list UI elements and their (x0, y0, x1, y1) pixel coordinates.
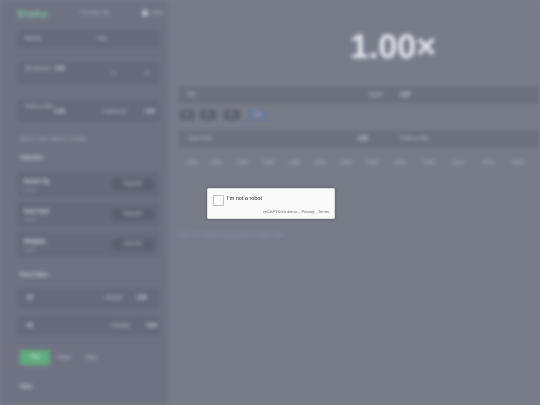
multiplier-tick: 2.50x (340, 160, 353, 166)
upgrade-level: Level 1 (24, 247, 37, 252)
multiplier-tick: 50.0x (512, 160, 525, 166)
double-bet-button[interactable]: 2× (145, 71, 151, 77)
upgrade-card: Multiplier Level 1 Upgrade (17, 232, 160, 257)
boost-activate-button[interactable]: Activate (105, 295, 123, 301)
upgrade-level: Level 1 (24, 217, 37, 222)
bet-row-right[interactable]: 2.00 (400, 92, 410, 98)
reset-button[interactable]: Reset (58, 355, 71, 361)
multiplier-tick: 4.00x (394, 160, 407, 166)
multiplier-tick: 1.40x (236, 160, 249, 166)
multiplier-tick: 5.00x (423, 160, 436, 166)
upgrade-name: Rocket Tip (24, 179, 50, 185)
bet-row: Bet Target 2.00 (178, 86, 540, 104)
captcha-terms-link[interactable]: Terms (318, 209, 329, 214)
cashout-value: 2.00 (145, 109, 155, 115)
boost-name: 3X (27, 323, 34, 329)
profit-row-left: Total Profit (188, 136, 212, 142)
upgrade-level: Level 1 (24, 187, 37, 192)
upgrade-name: Multiplier (24, 239, 47, 245)
help-button[interactable]: Help (86, 355, 96, 361)
captcha-footer: reCAPTCHA demo – Privacy - Terms (263, 209, 329, 214)
boost-name: 2X (27, 295, 34, 301)
captcha-separator: – (298, 209, 301, 214)
bet-row-left: Bet (188, 92, 196, 98)
boost-value: 2.00 (137, 295, 147, 301)
upgrade-button[interactable]: Upgrade (112, 239, 154, 250)
boost-value: 3.00 (147, 323, 157, 329)
multiplier-tick: 1.60x (262, 160, 275, 166)
captcha-brand: reCAPTCHA demo (263, 209, 297, 214)
chip-2x[interactable]: 2× (200, 110, 216, 120)
profit-row: Total Profit 0.00 Profit on Win (178, 130, 540, 148)
bet-amount-field[interactable]: Bet Amount 0.00 ½ 2× (17, 62, 160, 84)
stats-link[interactable]: Stats (151, 10, 162, 16)
sidebar: Stake Provably Fair Stats Manual Auto Be… (0, 0, 169, 405)
bet-amount-value: 0.00 (55, 66, 65, 72)
captcha-dash: - (315, 209, 318, 214)
multiplier-tick: 1.20x (210, 160, 223, 166)
half-bet-button[interactable]: ½ (112, 71, 116, 77)
upgrade-card: Auto Cash Level 1 Upgrade (17, 202, 160, 227)
chip-5x[interactable]: 5× (224, 110, 240, 120)
multiplier-display: 1.00× (350, 28, 437, 66)
upgrade-button[interactable]: Upgrade (112, 209, 154, 220)
profit-value: 0.00 (55, 109, 65, 115)
boost-card: 2X Activate 2.00 (17, 288, 160, 308)
chip-1x[interactable]: 1× (180, 110, 194, 120)
provably-fair-link[interactable]: Provably Fair (80, 10, 109, 16)
info-text: Balance · Profit · Wagered · Multiplier (20, 136, 87, 141)
play-button[interactable]: Play (20, 350, 50, 365)
stats-title: Stats (20, 384, 33, 390)
app-logo: Stake (17, 9, 49, 20)
multiplier-tick: 20.0x (482, 160, 495, 166)
multiplier-tick: 3.00x (366, 160, 379, 166)
captcha-checkbox[interactable] (213, 195, 224, 206)
multiplier-tick: 10.0x (452, 160, 465, 166)
upgrades-title: Upgrades (20, 155, 44, 161)
boost-card: 3X Activate 3.00 (17, 316, 160, 336)
upgrade-card: Rocket Tip Level 1 Upgrade (17, 172, 160, 197)
tab-manual[interactable]: Manual (25, 36, 41, 42)
footnote: Place a bet to start the round and watch… (178, 232, 285, 237)
cashout-label: Cashout At (102, 109, 127, 115)
multiplier-tick: 1.80x (288, 160, 301, 166)
multiplier-tick: 1.00x (186, 160, 199, 166)
bet-amount-label: Bet Amount (25, 66, 51, 72)
profit-row-right: Profit on Win (400, 136, 429, 142)
captcha-privacy-link[interactable]: Privacy (301, 209, 314, 214)
profit-label: Profit on Win (25, 104, 54, 110)
chip-10x[interactable]: 10× (248, 110, 268, 120)
stats-icon (142, 10, 148, 16)
boosts-title: Boost Apps (20, 272, 48, 278)
mode-tabs: Manual Auto (17, 30, 160, 48)
boost-activate-button[interactable]: Activate (112, 323, 130, 329)
captcha-label: I'm not a robot (227, 196, 262, 202)
tab-auto[interactable]: Auto (97, 36, 107, 42)
cashout-field[interactable]: Profit on Win 0.00 Cashout At 2.00 (17, 100, 160, 122)
captcha-widget: I'm not a robot reCAPTCHA demo – Privacy… (207, 188, 335, 219)
bet-row-mid: Target (368, 92, 382, 98)
upgrade-button[interactable]: Upgrade (112, 179, 154, 190)
upgrade-name: Auto Cash (24, 209, 49, 215)
multiplier-tick: 2.00x (314, 160, 327, 166)
profit-row-mid: 0.00 (358, 136, 368, 142)
